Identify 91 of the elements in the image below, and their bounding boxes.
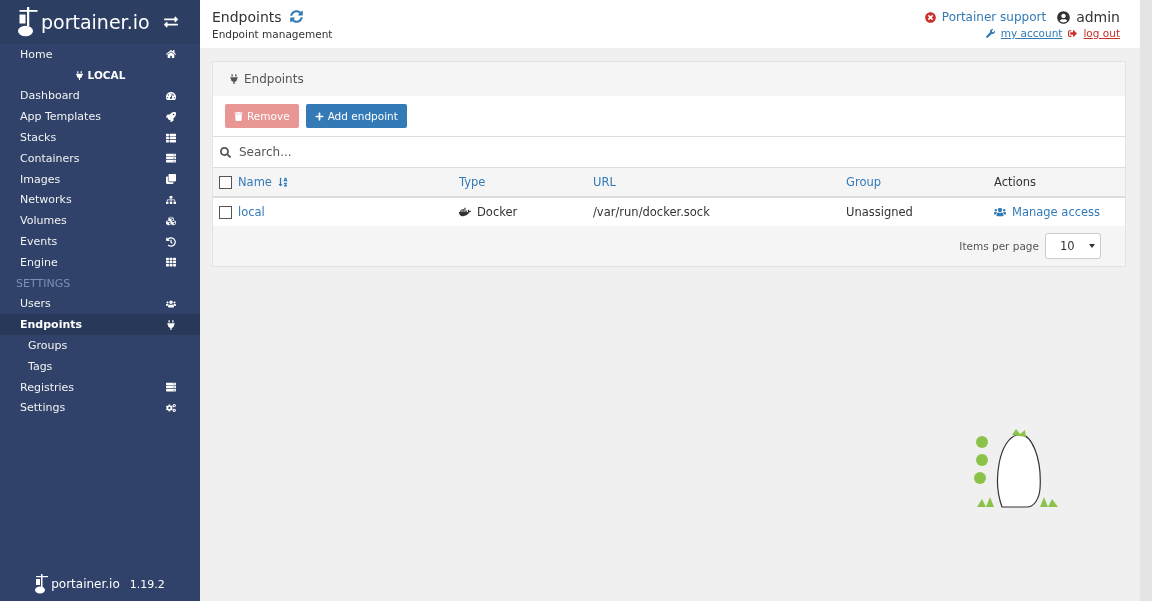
trash-icon — [234, 111, 243, 121]
sidebar-item-label: Home — [20, 47, 53, 61]
swap-icon[interactable] — [164, 15, 178, 29]
sidebar-item[interactable]: Engine — [0, 251, 200, 273]
refresh-icon[interactable] — [289, 10, 303, 23]
endpoint-link[interactable]: local — [238, 205, 265, 219]
sidebar-item[interactable]: Registries — [0, 376, 200, 398]
sidebar-item[interactable]: Stacks — [0, 127, 200, 148]
sidebar-item-label: Stacks — [20, 131, 57, 145]
sitemap-icon — [166, 194, 176, 205]
users-icon — [994, 206, 1006, 218]
sidebar-item[interactable]: Home — [0, 44, 200, 65]
column-header[interactable]: URL — [593, 175, 616, 189]
crane-logo-icon — [35, 574, 50, 594]
table-cell: /var/run/docker.sock — [593, 205, 710, 219]
server-icon — [166, 382, 176, 393]
endpoint-name: LOCAL — [87, 69, 126, 82]
footer-logo: portainer.io — [35, 574, 120, 594]
sidebar-item-label: Volumes — [20, 214, 67, 228]
plus-icon — [314, 111, 324, 121]
sidebar-item[interactable]: App Templates — [0, 106, 200, 128]
sidebar-item-label: Images — [20, 172, 61, 186]
home-icon — [166, 49, 176, 60]
sidebar-item-label: Groups — [28, 339, 68, 353]
support-link[interactable]: Portainer support — [941, 10, 1047, 24]
sort-icon — [277, 177, 288, 187]
search-field[interactable]: Search... — [213, 137, 1125, 168]
sidebar-item-label: Settings — [20, 401, 66, 415]
list-icon — [166, 132, 176, 143]
sidebar-item-label: Registries — [20, 380, 75, 394]
column-header: Actions — [994, 175, 1036, 189]
sidebar-item[interactable]: Volumes — [0, 210, 200, 232]
sidebar-item[interactable]: Groups — [0, 335, 200, 356]
sidebar-item[interactable]: Networks — [0, 189, 200, 211]
crane-logo-icon — [18, 7, 39, 37]
page-title: Endpoints — [212, 8, 282, 25]
sidebar-item-label: Dashboard — [20, 89, 80, 103]
search-input[interactable]: Search... — [237, 144, 1125, 160]
history-icon — [166, 236, 176, 247]
panel-title: Endpoints — [244, 72, 304, 86]
caret-icon — [1089, 244, 1095, 248]
search-icon — [220, 146, 231, 158]
section-heading: SETTINGS — [15, 275, 72, 292]
page-subtitle: Endpoint management — [212, 27, 333, 40]
users-icon — [166, 298, 176, 309]
add-endpoint-button[interactable]: Add endpoint — [305, 104, 407, 128]
column-header[interactable]: Group — [846, 175, 881, 189]
gauge-icon — [166, 91, 176, 101]
table-cell: Docker — [477, 205, 518, 219]
sidebar-item-label: Users — [20, 297, 51, 311]
rocket-icon — [166, 111, 176, 122]
cubes-icon — [166, 215, 176, 226]
username: admin — [1076, 9, 1120, 25]
whale-icon — [459, 206, 471, 218]
plug-icon — [166, 319, 176, 330]
grid-icon — [166, 257, 176, 268]
sidebar-item-label: Endpoints — [20, 318, 83, 332]
sidebar-item-label: Tags — [28, 359, 53, 373]
plug-icon — [229, 74, 239, 84]
sidebar-item[interactable]: Tags — [0, 355, 200, 377]
sidebar-item[interactable]: Events — [0, 231, 200, 252]
manage-access-link[interactable]: Manage access — [1012, 205, 1101, 219]
sidebar-item[interactable]: Images — [0, 168, 200, 190]
sidebar-item[interactable]: Endpoints — [0, 314, 200, 336]
items-per-page-select[interactable]: 10 — [1045, 233, 1101, 259]
table-cell: Unassigned — [846, 205, 913, 219]
plug-icon — [74, 70, 84, 80]
select-all-checkbox[interactable] — [219, 175, 232, 189]
column-header[interactable]: Name — [238, 175, 272, 189]
sidebar-item[interactable]: Users — [0, 293, 200, 315]
my-account-link[interactable]: my account — [1000, 27, 1063, 39]
items-per-page-label: Items per page — [959, 240, 1039, 252]
sidebar-item-label: App Templates — [20, 110, 101, 124]
brand-logo[interactable]: portainer.io — [18, 7, 150, 37]
column-header[interactable]: Type — [459, 175, 486, 189]
sign-out-icon — [1068, 28, 1078, 38]
sidebar-item[interactable]: Settings — [0, 397, 200, 419]
log-out-link[interactable]: log out — [1083, 27, 1120, 39]
wrench-icon — [985, 28, 995, 38]
user-icon — [1057, 10, 1071, 24]
sidebar-item-label: Containers — [20, 151, 80, 165]
sidebar-item-label: Networks — [20, 193, 72, 207]
sidebar-item[interactable]: Containers — [0, 148, 200, 169]
copy-icon — [166, 174, 176, 185]
sidebar-item[interactable]: Dashboard — [0, 85, 200, 107]
server-icon — [166, 153, 176, 164]
row-checkbox[interactable] — [219, 205, 232, 219]
settings-icon — [166, 402, 176, 413]
version-text: 1.19.2 — [129, 577, 165, 591]
sidebar-item-label: Events — [20, 235, 58, 249]
sidebar-item-label: Engine — [20, 255, 58, 269]
